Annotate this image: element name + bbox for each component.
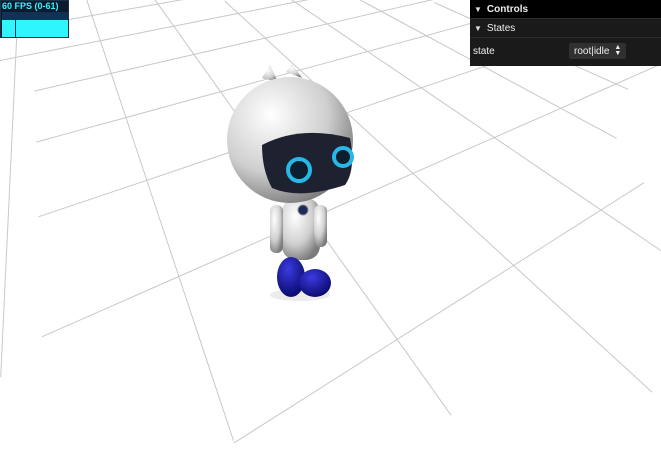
grid-line — [41, 63, 661, 338]
grid-line — [86, 0, 234, 441]
left-eye — [286, 157, 312, 183]
state-select-value: root|idle — [574, 45, 610, 57]
states-folder-header[interactable]: ▼ States — [470, 19, 661, 38]
controls-folder-header[interactable]: ▼ Controls — [470, 0, 661, 19]
state-control-row: state root|idle ▲ ▼ — [470, 38, 661, 64]
state-select[interactable]: root|idle ▲ ▼ — [569, 43, 627, 59]
fps-graph-gap — [15, 20, 16, 37]
3d-viewport[interactable] — [0, 0, 661, 454]
select-arrows-icon: ▲ ▼ — [614, 44, 622, 57]
states-title: States — [486, 22, 516, 34]
grid-line — [0, 0, 19, 378]
fps-stats-panel[interactable]: 60 FPS (0-61) — [0, 0, 69, 38]
fps-graph — [2, 12, 68, 37]
controls-panel: ▼ Controls ▼ States state root|idle ▲ ▼ — [470, 0, 661, 66]
right-eye — [332, 146, 354, 168]
floor-grid — [0, 0, 661, 444]
fps-graph-bar — [2, 20, 68, 37]
controls-title: Controls — [486, 3, 529, 15]
chevron-down-icon: ▼ — [474, 4, 482, 14]
fps-label: 60 FPS (0-61) — [2, 1, 59, 11]
state-label: state — [473, 45, 495, 57]
robot-character — [227, 64, 354, 301]
chevron-down-icon: ▼ — [474, 23, 482, 33]
